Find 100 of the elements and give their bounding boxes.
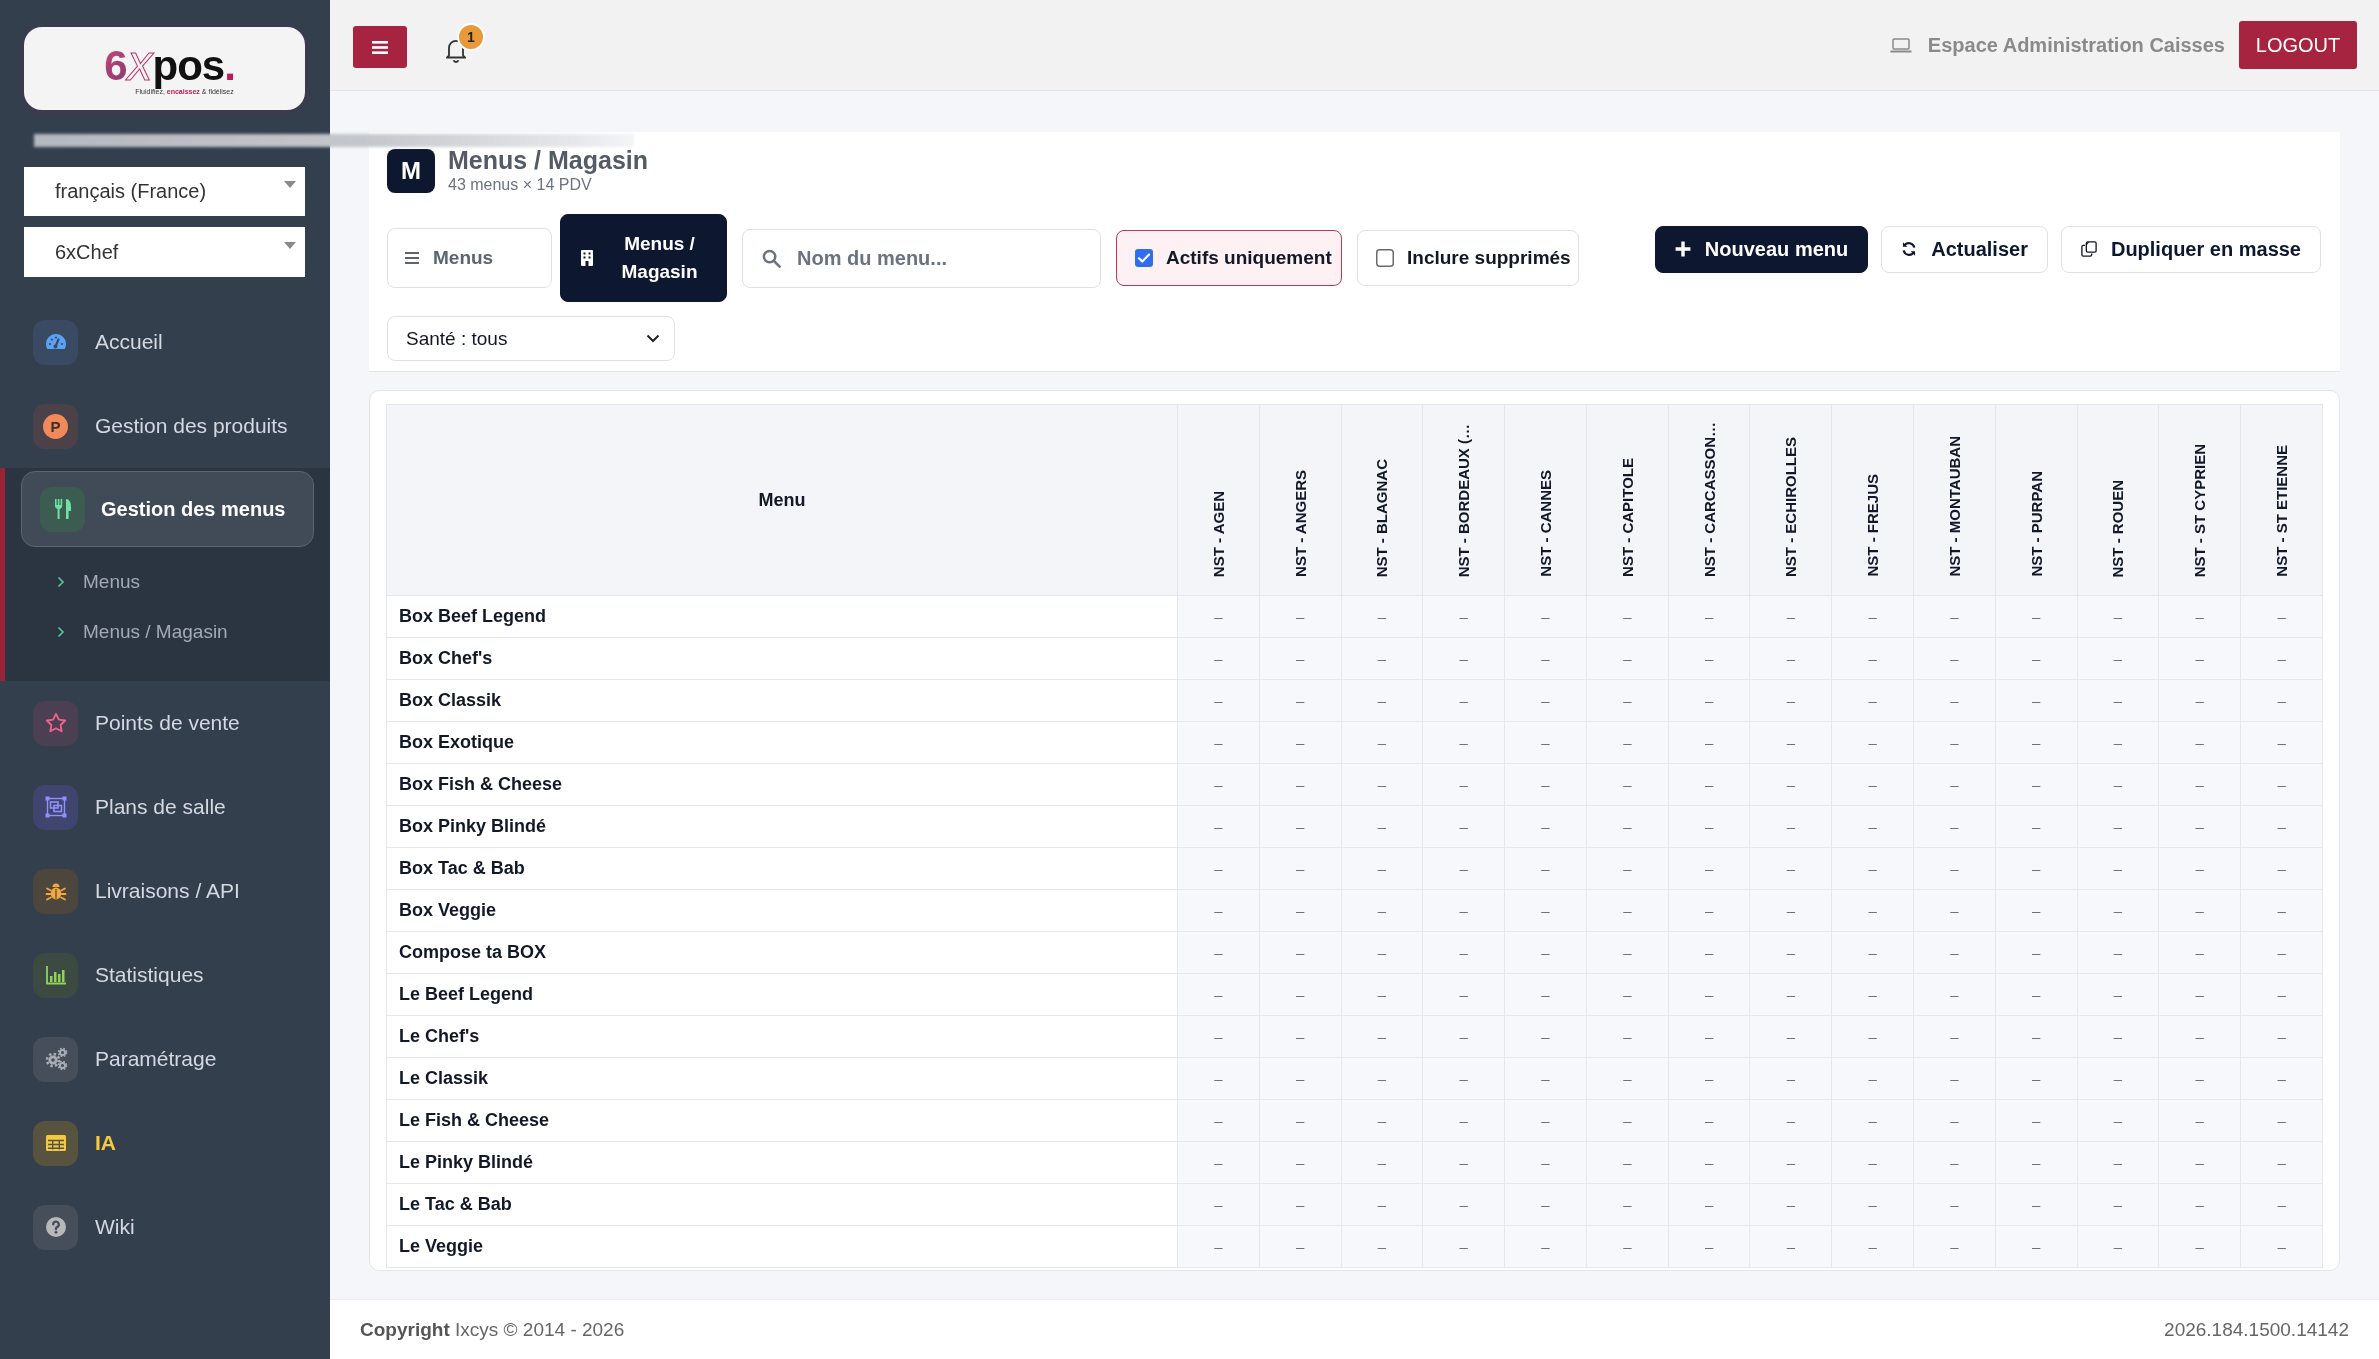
table-cell: – [1668,679,1750,722]
workspace-label: Espace Administration Caisses [1927,33,2225,57]
column-header: Menu [386,404,1178,596]
column-header: NST - ROUEN [2077,404,2159,596]
nav-link[interactable]: P Gestion des produits [33,403,288,449]
checkbox[interactable] [1135,249,1153,267]
view-tab[interactable]: Menus / Magasin [560,214,727,302]
filter-toggle[interactable]: Actifs uniquement [1116,230,1342,286]
checkbox[interactable] [1376,249,1394,267]
table-cell: – [2158,847,2241,890]
view-tab[interactable]: Menus [387,228,552,288]
table-cell: – [2240,931,2323,974]
table-cell: – [2240,889,2323,932]
table-cell: – [2077,595,2159,638]
refresh-button[interactable]: Actualiser [1881,225,2048,273]
table-cell: – [2077,973,2159,1016]
page-subtitle: 43 menus × 14 PDV [448,175,593,195]
table-cell: – [1177,1099,1260,1142]
table-cell: – [2158,1015,2241,1058]
table-cell: – [1177,679,1260,722]
table-cell: – [1259,763,1342,806]
new-menu-button[interactable]: Nouveau menu [1654,225,1869,273]
nav-link[interactable]: Gestion des menus [21,471,314,547]
version-text: 2026.184.1500.14142 [2164,1318,2349,1341]
column-header: NST - ANGERS [1259,404,1342,596]
table-cell: Compose ta BOX [386,931,1178,974]
table-cell: – [1831,931,1914,974]
table-cell: – [1341,847,1423,890]
table-cell: – [1259,973,1342,1016]
menu-icon [372,40,388,54]
nav-link[interactable]: IA [33,1120,116,1166]
table-cell: – [1341,595,1423,638]
table-cell: – [1259,805,1342,848]
nav-link[interactable]: Wiki [33,1204,135,1250]
column-header: NST - MONTAUBAN [1913,404,1996,596]
table-cell: – [1504,1183,1587,1226]
nav-link[interactable]: Accueil [33,319,163,365]
table-cell: – [1341,805,1423,848]
logout-button[interactable]: LOGOUT [2239,21,2357,69]
table-cell: – [1668,721,1750,764]
table-cell: – [1504,931,1587,974]
speedometer-icon [33,319,78,365]
store-select[interactable]: 6xChef [24,227,305,277]
language-select[interactable]: français (France) [24,167,305,216]
table-cell: – [1422,847,1505,890]
submenu-link[interactable]: Menus [57,571,141,593]
table-cell: – [2240,973,2323,1016]
nav-link[interactable]: Plans de salle [33,784,226,830]
sidebar-toggle-button[interactable] [353,26,407,68]
table-cell: – [1749,1183,1832,1226]
table-cell: – [1504,721,1587,764]
table-cell: – [1422,931,1505,974]
table-cell: – [1995,1057,2078,1100]
column-header: NST - CANNES [1504,404,1587,596]
bulk-duplicate-button[interactable]: Dupliquer en masse [2060,225,2321,273]
table-cell: – [1422,1057,1505,1100]
table-cell: – [1177,595,1260,638]
filter-toggle[interactable]: Inclure supprimés [1357,230,1579,286]
health-filter-select[interactable]: Santé : tous [387,316,675,361]
table-cell: – [1586,847,1669,890]
table-cell: – [1913,931,1996,974]
table-cell: – [1341,721,1423,764]
table-cell: – [1668,805,1750,848]
table-cell: – [1504,973,1587,1016]
table-cell: – [1831,763,1914,806]
table-cell: Le Tac & Bab [386,1183,1178,1226]
table-cell: – [1749,679,1832,722]
table-cell: – [1341,1099,1423,1142]
table-cell: – [2158,679,2241,722]
table-cell: – [1831,1225,1914,1268]
table-cell: – [1831,1099,1914,1142]
page-title: Menus / Magasin [448,146,649,175]
table-cell: – [1422,1141,1505,1184]
table-cell: – [1586,1141,1669,1184]
submenu-link[interactable]: Menus / Magasin [57,621,228,643]
table-cell: – [1913,763,1996,806]
table-cell: – [1259,1057,1342,1100]
table-cell: – [1259,637,1342,680]
table-cell: – [1177,637,1260,680]
table-cell: – [1831,1015,1914,1058]
table-cell: – [1668,847,1750,890]
caret-down-icon [284,241,296,249]
table-cell: – [1749,931,1832,974]
table-cell: – [1995,973,2078,1016]
search-field[interactable]: Nom du menu... [742,228,1101,288]
nav-link[interactable]: Paramétrage [33,1036,217,1082]
table-cell: – [1341,973,1423,1016]
table-cell: – [2077,1183,2159,1226]
nav-link[interactable]: Statistiques [33,952,204,998]
table-cell: – [1422,595,1505,638]
table-cell: – [1422,973,1505,1016]
table-cell: – [1668,763,1750,806]
table-cell: – [1177,931,1260,974]
table-cell: – [1749,763,1832,806]
nav-link[interactable]: Livraisons / API [33,868,240,914]
table-cell: – [1831,595,1914,638]
table-cell: – [2077,805,2159,848]
nav-link[interactable]: Points de vente [33,700,240,746]
table-cell: – [2158,889,2241,932]
table-cell: – [1586,1015,1669,1058]
